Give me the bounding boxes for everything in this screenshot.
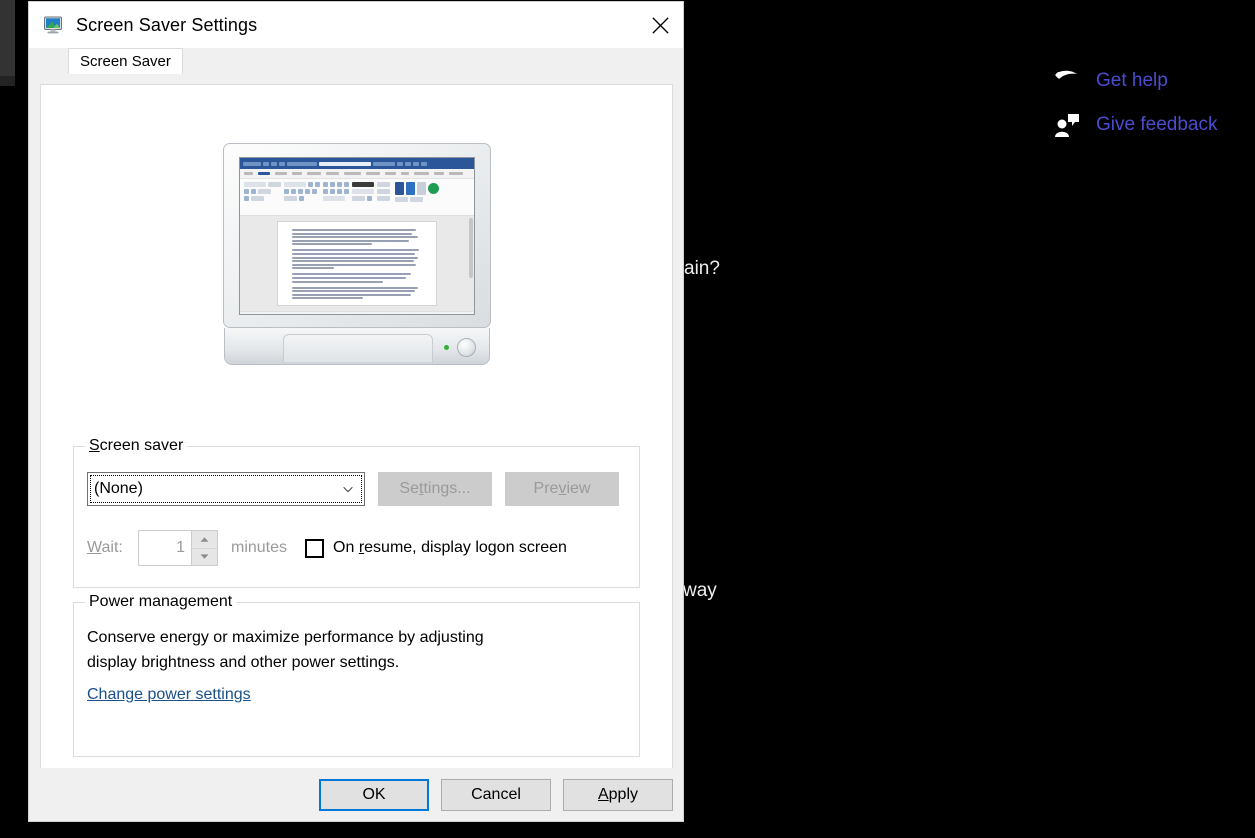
doc-scrollbar (469, 218, 473, 278)
background-link-get-help-label: Get help (1096, 70, 1168, 92)
background-link-give-feedback-label: Give feedback (1096, 114, 1217, 136)
screen-bottom-black-strip (0, 822, 1255, 838)
doc-ribbon (240, 179, 474, 216)
ok-button-label: OK (362, 786, 385, 804)
background-link-get-help[interactable]: Get help (1052, 66, 1168, 96)
cancel-button[interactable]: Cancel (441, 779, 551, 811)
tab-strip: Screen Saver (29, 48, 683, 73)
screen-saver-group-title: Screen saver (85, 437, 187, 455)
doc-titlebar (240, 158, 474, 169)
on-resume-logon-checkbox-row[interactable]: On resume, display logon screen (305, 539, 567, 558)
monitor-icon (43, 14, 65, 36)
background-link-give-feedback[interactable]: Give feedback (1052, 110, 1217, 140)
tab-screen-saver[interactable]: Screen Saver (68, 48, 183, 74)
wait-minutes-stepper[interactable]: 1 (138, 530, 218, 566)
cancel-button-label: Cancel (471, 786, 521, 804)
monitor-power-button-icon (457, 338, 476, 357)
dialog-titlebar: Screen Saver Settings (29, 2, 683, 48)
close-icon[interactable] (637, 2, 683, 48)
doc-page-area (240, 216, 474, 311)
wait-label: Wait: (87, 539, 136, 557)
screen-saver-settings-button-label: Settings... (399, 480, 470, 498)
background-text-fragment-way: way (683, 580, 717, 602)
monitor-screen (239, 157, 475, 315)
screen-saver-preview (41, 85, 672, 425)
on-resume-logon-label: On resume, display logon screen (333, 539, 567, 557)
feedback-person-icon (1052, 110, 1082, 140)
screen-saver-group-title-rest: creen saver (100, 437, 184, 454)
tab-screen-saver-label: Screen Saver (80, 53, 171, 70)
power-management-group-title: Power management (85, 593, 236, 611)
dialog-footer: OK Cancel Apply (29, 768, 683, 821)
background-text-fragment-question: ain? (684, 258, 720, 280)
screen-saver-settings-button[interactable]: Settings... (378, 472, 492, 506)
stepper-up-icon[interactable] (192, 531, 217, 549)
power-management-description: Conserve energy or maximize performance … (87, 625, 484, 675)
monitor-preview-image (223, 143, 491, 367)
help-icon (1052, 66, 1082, 96)
wait-minutes-value[interactable]: 1 (139, 531, 191, 565)
change-power-settings-link[interactable]: Change power settings (87, 686, 251, 704)
desktop-left-strip (0, 0, 15, 76)
screen-saver-selection-row: (None) Settings... Preview (87, 472, 619, 506)
ok-button[interactable]: OK (319, 779, 429, 811)
on-resume-logon-checkbox[interactable] (305, 539, 324, 558)
screen-saver-dropdown-value: (None) (94, 480, 143, 498)
tab-panel-screen-saver: Screen saver (None) Settings... Prev (40, 84, 673, 770)
screen-saver-groupbox: Screen saver (None) Settings... Prev (73, 446, 640, 588)
monitor-stand-notch (283, 334, 433, 362)
dialog-title: Screen Saver Settings (76, 15, 257, 36)
chevron-down-icon[interactable] (332, 473, 364, 505)
doc-page (277, 221, 437, 306)
screen-saver-group-title-mnemonic: S (89, 437, 100, 454)
screen-saver-wait-row: Wait: 1 (87, 530, 567, 566)
screen-saver-preview-button-label: Preview (534, 480, 591, 498)
apply-button[interactable]: Apply (563, 779, 673, 811)
screen-saver-settings-dialog: Screen Saver Settings Screen Saver (28, 1, 684, 822)
power-management-groupbox: Power management Conserve energy or maxi… (73, 602, 640, 757)
stepper-down-icon[interactable] (192, 549, 217, 566)
screen-saver-dropdown[interactable]: (None) (87, 472, 365, 506)
screen-saver-preview-button[interactable]: Preview (505, 472, 619, 506)
wait-stepper-arrows (191, 531, 217, 565)
doc-ribbon-tabs (240, 169, 474, 179)
minutes-label: minutes (231, 539, 287, 557)
monitor-power-led (444, 345, 449, 350)
monitor-stand (224, 328, 490, 365)
apply-button-label: Apply (598, 786, 638, 804)
doc-status-bar (240, 311, 474, 315)
desktop-left-strip-lower (0, 76, 15, 86)
